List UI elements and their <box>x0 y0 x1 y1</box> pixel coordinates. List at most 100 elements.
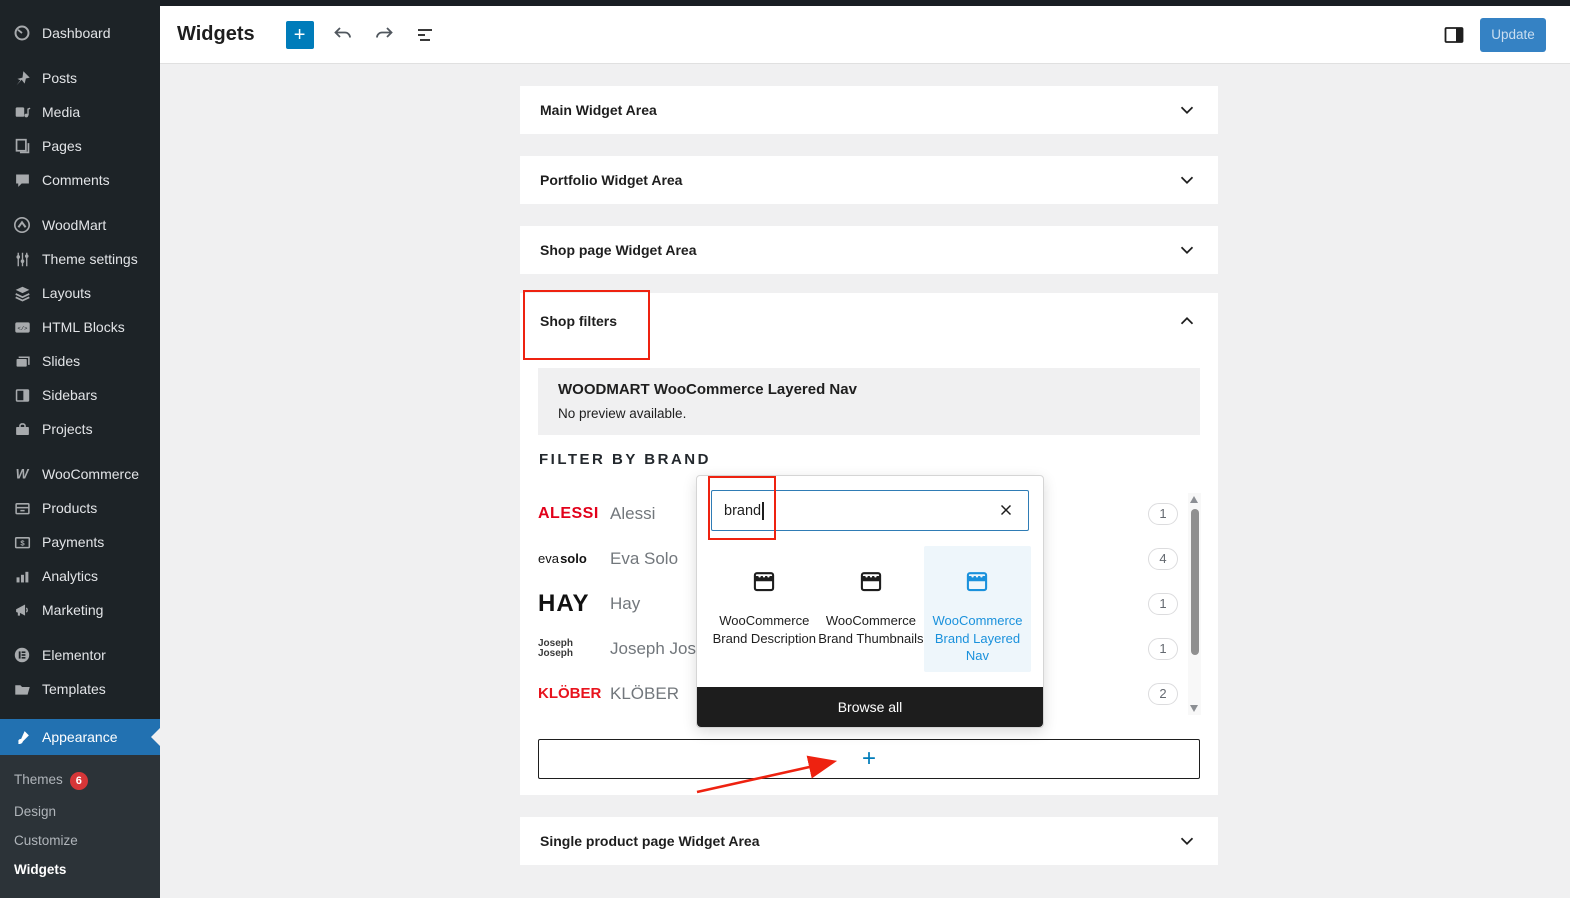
widget-preview-note: No preview available. <box>558 406 1180 421</box>
scrollbar-thumb[interactable] <box>1191 509 1199 655</box>
sidebar-item-appearance[interactable]: Appearance <box>0 719 160 755</box>
add-block-button[interactable]: + <box>286 21 314 49</box>
sidebar-item-templates[interactable]: Templates <box>0 672 160 706</box>
search-input-value: brand <box>724 503 761 519</box>
add-widget-block-area[interactable]: + <box>538 739 1200 779</box>
sidebar-item-analytics[interactable]: Analytics <box>0 559 160 593</box>
submenu-item-customize[interactable]: Customize <box>0 826 160 855</box>
klober-logo: KLÖBER <box>538 685 600 702</box>
comment-icon <box>13 171 31 189</box>
joseph-joseph-logo: JosephJoseph <box>538 639 600 659</box>
block-option-brand-thumbnails[interactable]: WooCommerce Brand Thumbnails <box>818 546 925 672</box>
block-option-brand-layered-nav[interactable]: WooCommerce Brand Layered Nav <box>924 546 1031 672</box>
chevron-down-icon <box>1176 830 1198 852</box>
widget-area-header-main[interactable]: Main Widget Area <box>520 86 1218 134</box>
layers-icon <box>13 284 31 302</box>
plus-icon: + <box>862 747 876 771</box>
redo-icon[interactable] <box>372 23 396 47</box>
sidebar-item-products[interactable]: Products <box>0 491 160 525</box>
block-calendar-icon <box>858 568 884 594</box>
sidebar-item-html-blocks[interactable]: </> HTML Blocks <box>0 310 160 344</box>
submenu-item-widgets[interactable]: Widgets <box>0 855 160 884</box>
svg-text:W: W <box>16 467 30 482</box>
sidebar-item-elementor[interactable]: Elementor <box>0 638 160 672</box>
woodmart-icon <box>13 216 31 234</box>
sidebar-icon <box>13 386 31 404</box>
svg-text:$: $ <box>20 538 25 547</box>
folder-icon <box>13 680 31 698</box>
list-view-icon[interactable] <box>413 23 437 47</box>
slides-icon <box>13 352 31 370</box>
brand-count-badge: 2 <box>1148 683 1178 705</box>
sidebar-item-dashboard[interactable]: Dashboard <box>0 16 160 50</box>
update-button[interactable]: Update <box>1480 18 1546 52</box>
brand-list-scrollbar[interactable] <box>1188 493 1201 715</box>
widget-area-header-portfolio[interactable]: Portfolio Widget Area <box>520 156 1218 204</box>
media-icon <box>13 103 31 121</box>
brand-count-badge: 1 <box>1148 503 1178 525</box>
elementor-icon <box>13 646 31 664</box>
submenu-item-design[interactable]: Design <box>0 797 160 826</box>
block-search-input[interactable]: brand <box>711 490 1029 531</box>
block-options-row: WooCommerce Brand Description WooCommerc… <box>711 546 1031 672</box>
chevron-up-icon <box>1176 310 1198 332</box>
widget-area-header-single-product[interactable]: Single product page Widget Area <box>520 817 1218 865</box>
sidebar-item-comments[interactable]: Comments <box>0 163 160 197</box>
submenu-item-themes[interactable]: Themes6 <box>0 765 160 797</box>
widget-area-panel-main: Main Widget Area <box>520 86 1218 134</box>
brush-icon <box>13 728 31 746</box>
undo-icon[interactable] <box>331 23 355 47</box>
box-icon <box>13 499 31 517</box>
megaphone-icon <box>13 601 31 619</box>
sidebar-item-pages[interactable]: Pages <box>0 129 160 163</box>
svg-text:</>: </> <box>17 325 27 332</box>
block-calendar-icon <box>964 568 990 594</box>
admin-bar-strip <box>0 0 1570 6</box>
browse-all-button[interactable]: Browse all <box>697 687 1043 727</box>
code-icon: </> <box>13 318 31 336</box>
alessi-logo: ALESSI <box>538 505 600 523</box>
dollar-icon: $ <box>13 533 31 551</box>
briefcase-icon <box>13 420 31 438</box>
hay-logo: HAY <box>538 590 600 618</box>
widget-preview-box[interactable]: WOODMART WooCommerce Layered Nav No prev… <box>538 368 1200 435</box>
widgets-editor-toolbar: Widgets + Update <box>160 6 1570 64</box>
page-title: Widgets <box>177 23 255 46</box>
current-menu-arrow <box>151 728 160 746</box>
widget-area-panel-portfolio: Portfolio Widget Area <box>520 156 1218 204</box>
block-inserter-popup: brand WooCommerce Brand Description WooC… <box>696 475 1044 728</box>
widget-area-panel-shop-page: Shop page Widget Area <box>520 226 1218 274</box>
widget-area-header-shop-filters[interactable]: Shop filters <box>520 293 1218 349</box>
brand-count-badge: 1 <box>1148 638 1178 660</box>
widget-area-header-shop-page[interactable]: Shop page Widget Area <box>520 226 1218 274</box>
filter-by-brand-heading: FILTER BY BRAND <box>539 451 711 468</box>
sidebar-item-marketing[interactable]: Marketing <box>0 593 160 627</box>
brand-count-badge: 1 <box>1148 593 1178 615</box>
sidebar-item-projects[interactable]: Projects <box>0 412 160 446</box>
settings-sidebar-toggle-icon[interactable] <box>1442 23 1466 47</box>
clear-search-icon[interactable] <box>996 501 1016 521</box>
chevron-down-icon <box>1176 239 1198 261</box>
block-calendar-icon <box>751 568 777 594</box>
sidebar-item-sidebars[interactable]: Sidebars <box>0 378 160 412</box>
text-cursor <box>762 502 764 520</box>
themes-update-badge: 6 <box>70 772 88 790</box>
dashboard-icon <box>13 24 31 42</box>
sidebar-item-payments[interactable]: $ Payments <box>0 525 160 559</box>
widget-preview-title: WOODMART WooCommerce Layered Nav <box>558 381 1180 398</box>
admin-sidebar: Dashboard Posts Media Pages Comments Woo… <box>0 0 160 877</box>
bar-chart-icon <box>13 567 31 585</box>
widgets-editor-canvas: Main Widget Area Portfolio Widget Area S… <box>160 64 1570 877</box>
scroll-down-arrow-icon[interactable] <box>1190 705 1198 712</box>
sidebar-item-slides[interactable]: Slides <box>0 344 160 378</box>
scroll-up-arrow-icon[interactable] <box>1190 496 1198 503</box>
pin-icon <box>13 69 31 87</box>
block-option-brand-description[interactable]: WooCommerce Brand Description <box>711 546 818 672</box>
sidebar-item-woodmart[interactable]: WoodMart <box>0 208 160 242</box>
eva-solo-logo: eva solo <box>538 551 600 566</box>
sidebar-item-woocommerce[interactable]: W WooCommerce <box>0 457 160 491</box>
sidebar-item-layouts[interactable]: Layouts <box>0 276 160 310</box>
sidebar-item-theme-settings[interactable]: Theme settings <box>0 242 160 276</box>
sidebar-item-media[interactable]: Media <box>0 95 160 129</box>
sidebar-item-posts[interactable]: Posts <box>0 61 160 95</box>
